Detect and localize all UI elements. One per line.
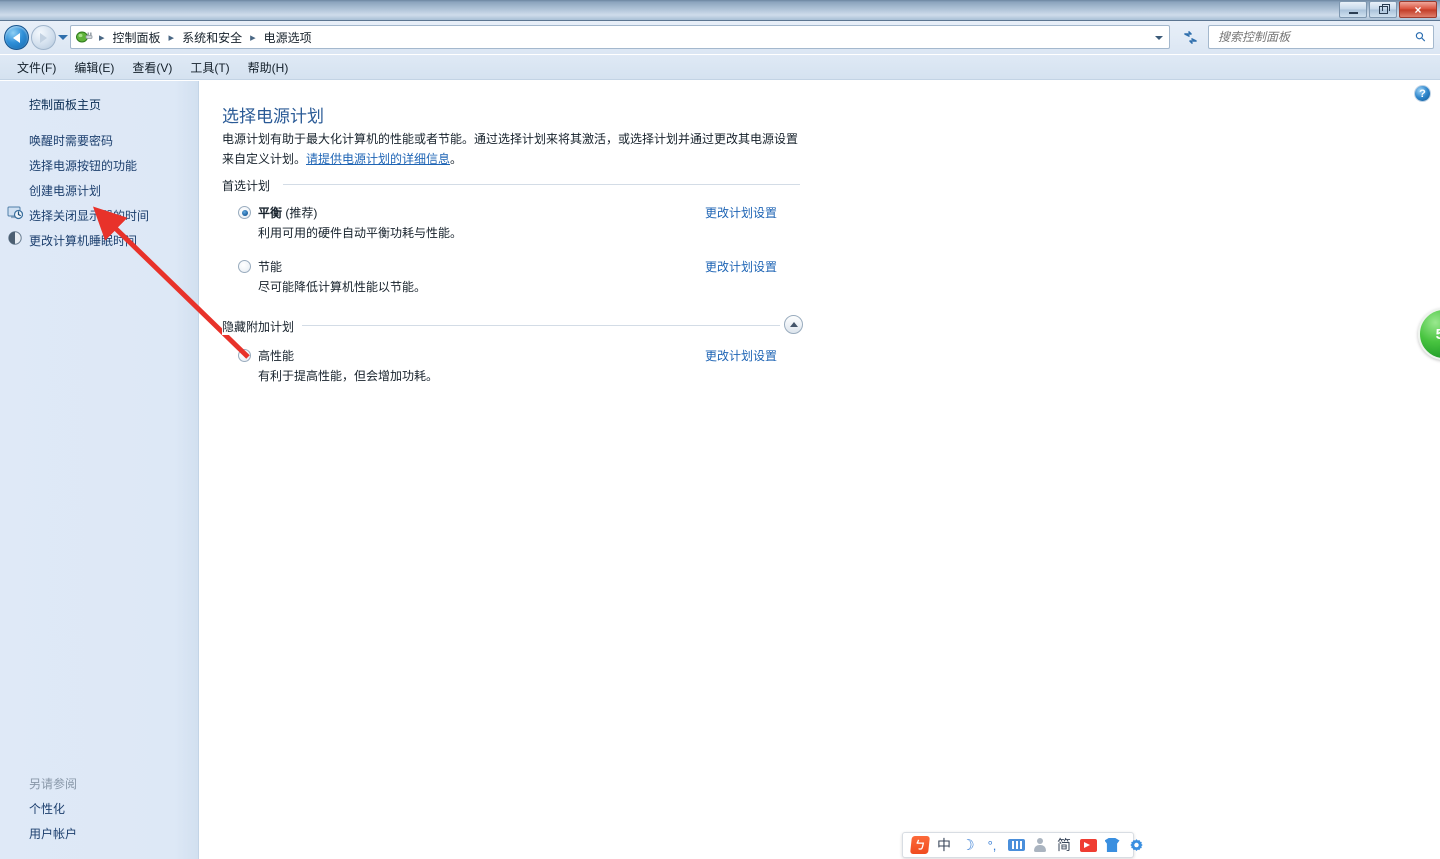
radio-plan-high-performance[interactable] — [238, 349, 251, 362]
see-also-heading: 另请参阅 — [29, 777, 78, 791]
help-icon[interactable]: ? — [1414, 85, 1431, 102]
punctuation-icon[interactable]: °, — [980, 835, 1004, 855]
search-box[interactable]: ⚲ — [1208, 25, 1434, 49]
breadcrumb-separator: ▸ — [168, 31, 175, 44]
change-plan-settings-high-performance[interactable]: 更改计划设置 — [705, 347, 777, 364]
window-controls: × — [1339, 1, 1437, 18]
sidebar: 控制面板主页 唤醒时需要密码 选择电源按钮的功能 创建电源计划 选择关闭显示器的… — [0, 81, 199, 859]
page-description: 电源计划有助于最大化计算机的性能或者节能。通过选择计划来将其激活，或选择计划并通… — [222, 129, 804, 169]
forward-button[interactable] — [31, 25, 56, 50]
sidebar-item-personalization[interactable]: 个性化 — [29, 800, 65, 817]
additional-plans-heading: 隐藏附加计划 — [222, 318, 303, 335]
sleep-moon-icon — [7, 230, 23, 246]
radio-plan-balanced[interactable] — [238, 206, 251, 219]
maximize-button[interactable] — [1369, 1, 1397, 18]
back-button[interactable] — [4, 25, 29, 50]
power-plan-details-link[interactable]: 请提供电源计划的详细信息 — [306, 152, 450, 166]
breadcrumb-separator: ▸ — [99, 31, 105, 44]
arrow-left-icon — [13, 32, 20, 43]
menu-tools[interactable]: 工具(T) — [181, 56, 238, 79]
radio-plan-power-saver[interactable] — [238, 260, 251, 273]
menu-bar: 文件(F) 编辑(E) 查看(V) 工具(T) 帮助(H) — [0, 55, 1440, 80]
history-dropdown-icon[interactable] — [58, 35, 68, 40]
address-dropdown-icon[interactable] — [1155, 36, 1163, 40]
navigation-bar: ▸ 控制面板 ▸ 系统和安全 ▸ 电源选项 ⚲ — [0, 21, 1440, 54]
sidebar-item-power-button-action[interactable]: 选择电源按钮的功能 — [29, 157, 137, 174]
chinese-mode-icon[interactable]: 中 — [932, 835, 956, 855]
refresh-button[interactable] — [1180, 27, 1200, 47]
sidebar-item-control-panel-home[interactable]: 控制面板主页 — [29, 96, 101, 113]
plan-description-balanced: 利用可用的硬件自动平衡功耗与性能。 — [258, 226, 463, 240]
monitor-clock-icon — [7, 205, 24, 221]
arrow-right-icon — [40, 32, 47, 43]
collapse-additional-plans-button[interactable] — [784, 315, 803, 334]
plan-name-balanced: 平衡 (推荐) — [258, 204, 317, 221]
plan-description-power-saver: 尽可能降低计算机性能以节能。 — [258, 280, 427, 294]
sidebar-item-require-password[interactable]: 唤醒时需要密码 — [29, 132, 113, 149]
restore-icon — [1378, 3, 1390, 14]
skin-icon[interactable] — [1100, 835, 1124, 855]
plan-name-balanced-bold: 平衡 — [258, 206, 283, 220]
settings-gear-icon[interactable] — [1124, 835, 1148, 855]
plan-name-high-performance-bold: 高性能 — [258, 349, 295, 363]
close-icon: × — [1414, 2, 1422, 17]
preferred-plans-heading: 首选计划 — [222, 177, 279, 194]
sidebar-item-change-sleep-time[interactable]: 更改计算机睡眠时间 — [29, 232, 137, 249]
sidebar-item-create-power-plan[interactable]: 创建电源计划 — [29, 182, 101, 199]
breadcrumb-separator: ▸ — [250, 31, 256, 44]
video-icon[interactable] — [1076, 835, 1100, 855]
simplified-icon[interactable]: 简 — [1052, 835, 1076, 855]
page-title: 选择电源计划 — [222, 107, 324, 126]
address-bar[interactable]: ▸ 控制面板 ▸ 系统和安全 ▸ 电源选项 — [70, 25, 1170, 49]
user-icon[interactable] — [1028, 835, 1052, 855]
sogou-logo-icon[interactable]: ㄅ — [908, 835, 932, 855]
plan-name-balanced-suffix: (推荐) — [282, 206, 318, 220]
ime-toolbar: ㄅ 中 ☽ °, 简 — [902, 832, 1143, 858]
sidebar-item-choose-display-off-time[interactable]: 选择关闭显示器的时间 — [29, 207, 149, 224]
minimize-button[interactable] — [1339, 1, 1367, 18]
plan-name-power-saver-bold: 节能 — [258, 260, 283, 274]
window-titlebar: × — [0, 0, 1440, 21]
search-input[interactable] — [1216, 29, 1417, 45]
change-plan-settings-balanced[interactable]: 更改计划设置 — [705, 204, 777, 221]
page-description-text-2: 。 — [450, 152, 463, 166]
close-button[interactable]: × — [1399, 1, 1437, 18]
breadcrumb-item-system-security[interactable]: 系统和安全 — [180, 27, 244, 48]
preferred-plans-divider — [283, 184, 800, 185]
menu-file[interactable]: 文件(F) — [8, 56, 65, 79]
plan-name-high-performance: 高性能 — [258, 347, 294, 364]
change-plan-settings-power-saver[interactable]: 更改计划设置 — [705, 258, 777, 275]
control-panel-icon — [75, 29, 93, 45]
control-panel-window: × ▸ 控制面板 ▸ 系统和安全 ▸ 电源选项 搜索控制面板 ⚲ 文件(F) 编… — [0, 0, 1440, 859]
breadcrumb-item-control-panel[interactable]: 控制面板 — [111, 27, 163, 48]
menu-edit[interactable]: 编辑(E) — [65, 56, 123, 79]
moon-icon[interactable]: ☽ — [956, 835, 980, 855]
keyboard-icon[interactable] — [1004, 835, 1028, 855]
additional-plans-divider — [297, 325, 780, 326]
breadcrumb-item-power-options[interactable]: 电源选项 — [262, 27, 314, 48]
menu-help[interactable]: 帮助(H) — [239, 56, 298, 79]
content-pane: ? 选择电源计划 电源计划有助于最大化计算机的性能或者节能。通过选择计划来将其激… — [200, 81, 1440, 859]
plan-name-power-saver: 节能 — [258, 258, 282, 275]
plan-description-high-performance: 有利于提高性能，但会增加功耗。 — [258, 369, 439, 383]
chevron-up-icon — [789, 322, 798, 327]
minimize-icon — [1348, 11, 1358, 14]
menu-view[interactable]: 查看(V) — [123, 56, 181, 79]
sidebar-item-user-accounts[interactable]: 用户帐户 — [29, 825, 77, 842]
